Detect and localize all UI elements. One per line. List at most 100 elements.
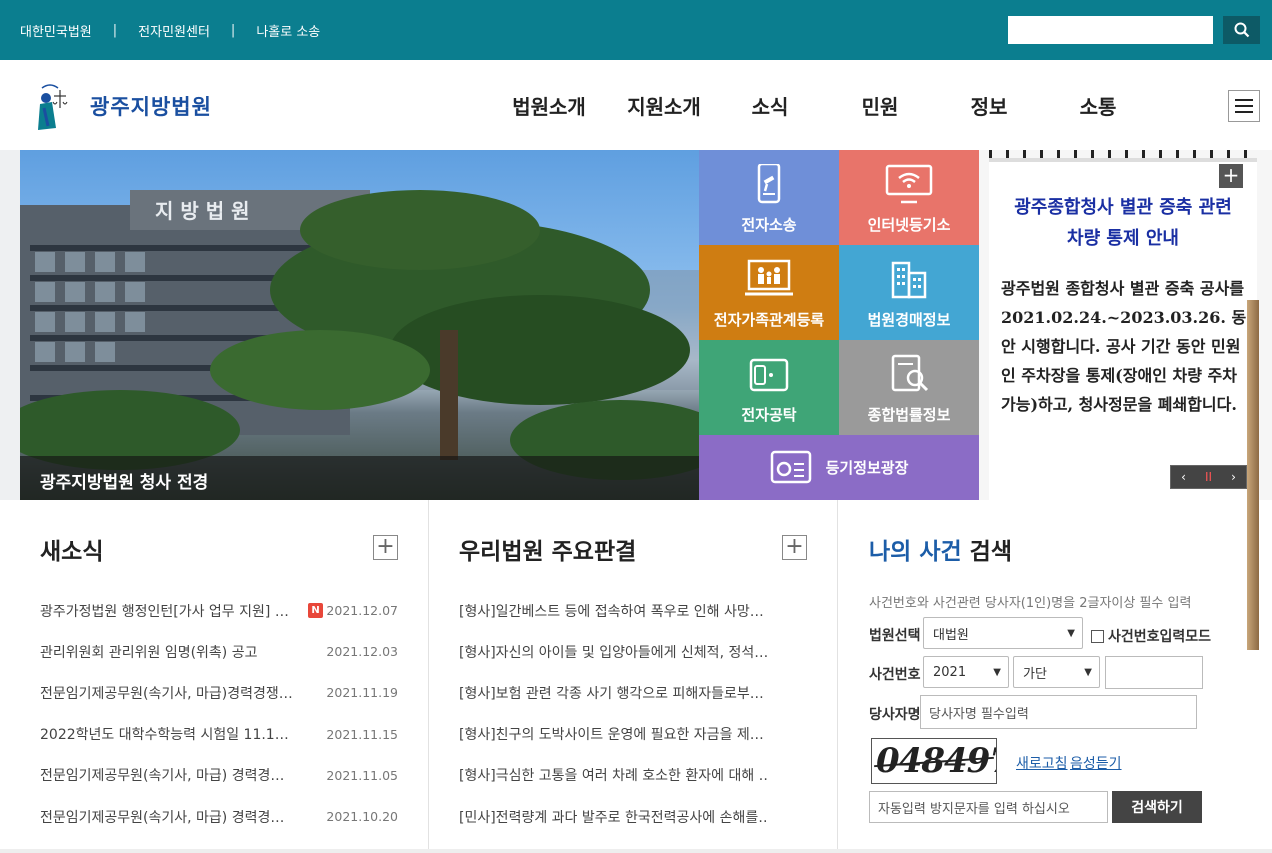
notice-title-line2: 차량 통제 안내 xyxy=(1067,228,1179,249)
nav-info[interactable]: 정보 xyxy=(933,91,1045,120)
judgments-more-button[interactable]: + xyxy=(782,535,807,560)
news-item-title: 전문임기제공무원(속기사, 마급) 경력경쟁채용시험 공고 xyxy=(40,809,295,826)
notice-more-button[interactable]: + xyxy=(1219,164,1243,188)
party-name-label: 당사자명 xyxy=(869,707,921,723)
captcha-audio-link[interactable]: 음성듣기 xyxy=(1070,753,1122,773)
tile-e-family-registry[interactable]: 전자가족관계등록 xyxy=(699,245,839,340)
list-item[interactable]: 광주가정법원 행정인턴[가사 업무 지원] 채용 공고 N2021.12.07 xyxy=(40,590,398,631)
tile-label: 전자공탁 xyxy=(741,406,797,424)
tile-label: 법원경매정보 xyxy=(867,311,951,329)
captcha-refresh-link[interactable]: 새로고침 xyxy=(1016,753,1068,773)
news-item-title: 관리위원회 관리위원 임명(위촉) 공고 xyxy=(40,644,258,661)
document-search-icon xyxy=(891,354,929,392)
list-item[interactable]: 관리위원회 관리위원 임명(위촉) 공고 2021.12.03 xyxy=(40,631,398,672)
news-item-date: 2021.12.07 xyxy=(326,603,398,619)
court-select[interactable]: 대법원 ▼ xyxy=(923,617,1083,649)
laptop-family-icon xyxy=(745,259,793,296)
list-item[interactable]: [민사]전력량계 과다 발주로 한국전력공사에 손해를… xyxy=(459,796,769,837)
all-menu-button[interactable] xyxy=(1228,90,1260,122)
slider-prev-button[interactable]: ‹ xyxy=(1171,466,1196,488)
tile-label: 전자소송 xyxy=(741,216,797,234)
top-search-button[interactable] xyxy=(1223,16,1260,44)
logo-title: 광주지방법원 xyxy=(90,95,212,119)
list-item[interactable]: [형사]자신의 아이들 및 입양아들에게 신체적, 정석… xyxy=(459,631,769,672)
tile-label: 인터넷등기소 xyxy=(867,216,951,234)
link-e-civil-center[interactable]: 전자민원센터 xyxy=(138,21,210,40)
wallet-icon xyxy=(749,358,789,392)
courthouse-photo: 지 방 법 원 광주지방법원 청사 전경 xyxy=(20,150,699,500)
news-list: 광주가정법원 행정인턴[가사 업무 지원] 채용 공고 N2021.12.07 관… xyxy=(40,590,398,837)
presentation-chart-icon xyxy=(770,450,811,483)
notice-title-line1: 광주종합청사 별관 증축 관련 xyxy=(1014,197,1232,218)
party-name-input[interactable]: 당사자명 필수입력 xyxy=(920,695,1197,729)
court-emblem-icon xyxy=(38,84,68,130)
chevron-down-icon: ▼ xyxy=(1067,628,1075,639)
separator: | xyxy=(112,23,118,38)
bottom-divider xyxy=(0,849,1272,853)
tile-label: 종합법률정보 xyxy=(867,406,951,424)
separator: | xyxy=(230,23,236,38)
notice-edge xyxy=(1247,300,1259,650)
nav-communication[interactable]: 소통 xyxy=(1042,91,1154,120)
list-item[interactable]: 2022학년도 대학수학능력 시험일 11.18.(목) 출근시간 조정 2021… xyxy=(40,714,398,755)
year-select-value: 2021 xyxy=(933,664,967,680)
news-item-date: 2021.10.20 xyxy=(326,809,398,825)
captcha-image: 048497 xyxy=(871,738,997,784)
captcha-input[interactable]: 자동입력 방지문자를 입력 하십시오 xyxy=(869,791,1108,823)
manual-mode-label: 사건번호입력모드 xyxy=(1108,629,1212,645)
nav-news[interactable]: 소식 xyxy=(714,91,826,120)
news-more-button[interactable]: + xyxy=(373,535,398,560)
link-self-litigation[interactable]: 나홀로 소송 xyxy=(256,21,320,40)
site-logo[interactable]: 광주지방법원 xyxy=(22,78,212,134)
list-item[interactable]: [형사]보험 관련 각종 사기 행각으로 피해자들로부… xyxy=(459,672,769,713)
tile-legal-info[interactable]: 종합법률정보 xyxy=(839,340,979,435)
photo-caption: 광주지방법원 청사 전경 xyxy=(20,456,699,500)
top-bar: 대한민국법원 | 전자민원센터 | 나홀로 소송 xyxy=(0,0,1272,60)
list-item[interactable]: 전문임기제공무원(속기사, 마급)경력경쟁채용시험 공고 2021.11.19 xyxy=(40,672,398,713)
search-icon xyxy=(1234,22,1249,38)
nav-court-intro[interactable]: 법원소개 xyxy=(493,91,605,120)
panel-divider xyxy=(837,500,838,853)
judgments-list: [형사]일간베스트 등에 접속하여 폭우로 인해 사망… [형사]자신의 아이들… xyxy=(459,590,769,837)
menu-bar xyxy=(1235,111,1253,113)
case-search-title-rest: 검색 xyxy=(961,539,1012,565)
tile-internet-registry[interactable]: 인터넷등기소 xyxy=(839,150,979,245)
notice-title: 광주종합청사 별관 증축 관련 차량 통제 안내 xyxy=(989,192,1257,254)
court-select-value: 대법원 xyxy=(933,627,969,643)
news-title: 새소식 xyxy=(40,539,104,565)
news-panel: 새소식 + 광주가정법원 행정인턴[가사 업무 지원] 채용 공고N2021.1… xyxy=(0,500,428,853)
case-serial-input[interactable] xyxy=(1105,656,1203,689)
case-search-button[interactable]: 검색하기 xyxy=(1112,791,1202,823)
notice-popup[interactable]: 광주종합청사 별관 증축 관련 차량 통제 안내 광주법원 종합청사 별관 증축… xyxy=(979,150,1272,500)
tile-e-deposit[interactable]: 전자공탁 xyxy=(699,340,839,435)
checkbox-box[interactable] xyxy=(1091,629,1104,643)
tile-label: 전자가족관계등록 xyxy=(713,311,825,329)
link-scourt[interactable]: 대한민국법원 xyxy=(20,21,92,40)
case-type-select[interactable]: 가단 ▼ xyxy=(1013,656,1100,688)
tile-registry-data-plaza[interactable]: 등기정보광장 xyxy=(699,435,979,500)
slider-next-button[interactable]: › xyxy=(1221,466,1246,488)
slider-pause-button[interactable]: II xyxy=(1196,466,1221,488)
list-item[interactable]: 전문임기제공무원(속기사, 마급) 경력경쟁채용시험 공고 2021.10.20 xyxy=(40,796,398,837)
year-select[interactable]: 2021 ▼ xyxy=(923,656,1009,688)
chevron-down-icon: ▼ xyxy=(993,667,1001,678)
tile-court-auction[interactable]: 법원경매정보 xyxy=(839,245,979,340)
list-item[interactable]: [형사]일간베스트 등에 접속하여 폭우로 인해 사망… xyxy=(459,590,769,631)
tile-label: 등기정보광장 xyxy=(825,459,909,477)
list-item[interactable]: 전문임기제공무원(속기사, 마급) 경력경쟁채용시험 공고 2021.11.05 xyxy=(40,755,398,796)
list-item[interactable]: [형사]극심한 고통을 여러 차례 호소한 환자에 대해 … xyxy=(459,755,769,796)
manual-mode-checkbox[interactable]: 사건번호입력모드 xyxy=(1091,626,1211,646)
news-item-title: 2022학년도 대학수학능력 시험일 11.18.(목) 출근시간 조정 xyxy=(40,727,295,744)
court-select-label: 법원선택 xyxy=(869,628,921,644)
list-item[interactable]: [형사]친구의 도박사이트 운영에 필요한 자금을 제… xyxy=(459,714,769,755)
top-search-input[interactable] xyxy=(1008,16,1213,44)
news-item-date: 2021.11.15 xyxy=(326,726,398,742)
case-number-label: 사건번호 xyxy=(869,667,921,683)
courthouse-illustration: 지 방 법 원 xyxy=(20,190,699,480)
tile-e-litigation[interactable]: 전자소송 xyxy=(699,150,839,245)
nav-branch-intro[interactable]: 지원소개 xyxy=(608,91,720,120)
case-search-help: 사건번호와 사건관련 당사자(1인)명을 2글자이상 필수 입력 xyxy=(869,596,1192,611)
tablet-gavel-icon xyxy=(757,164,781,204)
nav-civil[interactable]: 민원 xyxy=(824,91,936,120)
news-item-date: 2021.12.03 xyxy=(326,644,398,660)
